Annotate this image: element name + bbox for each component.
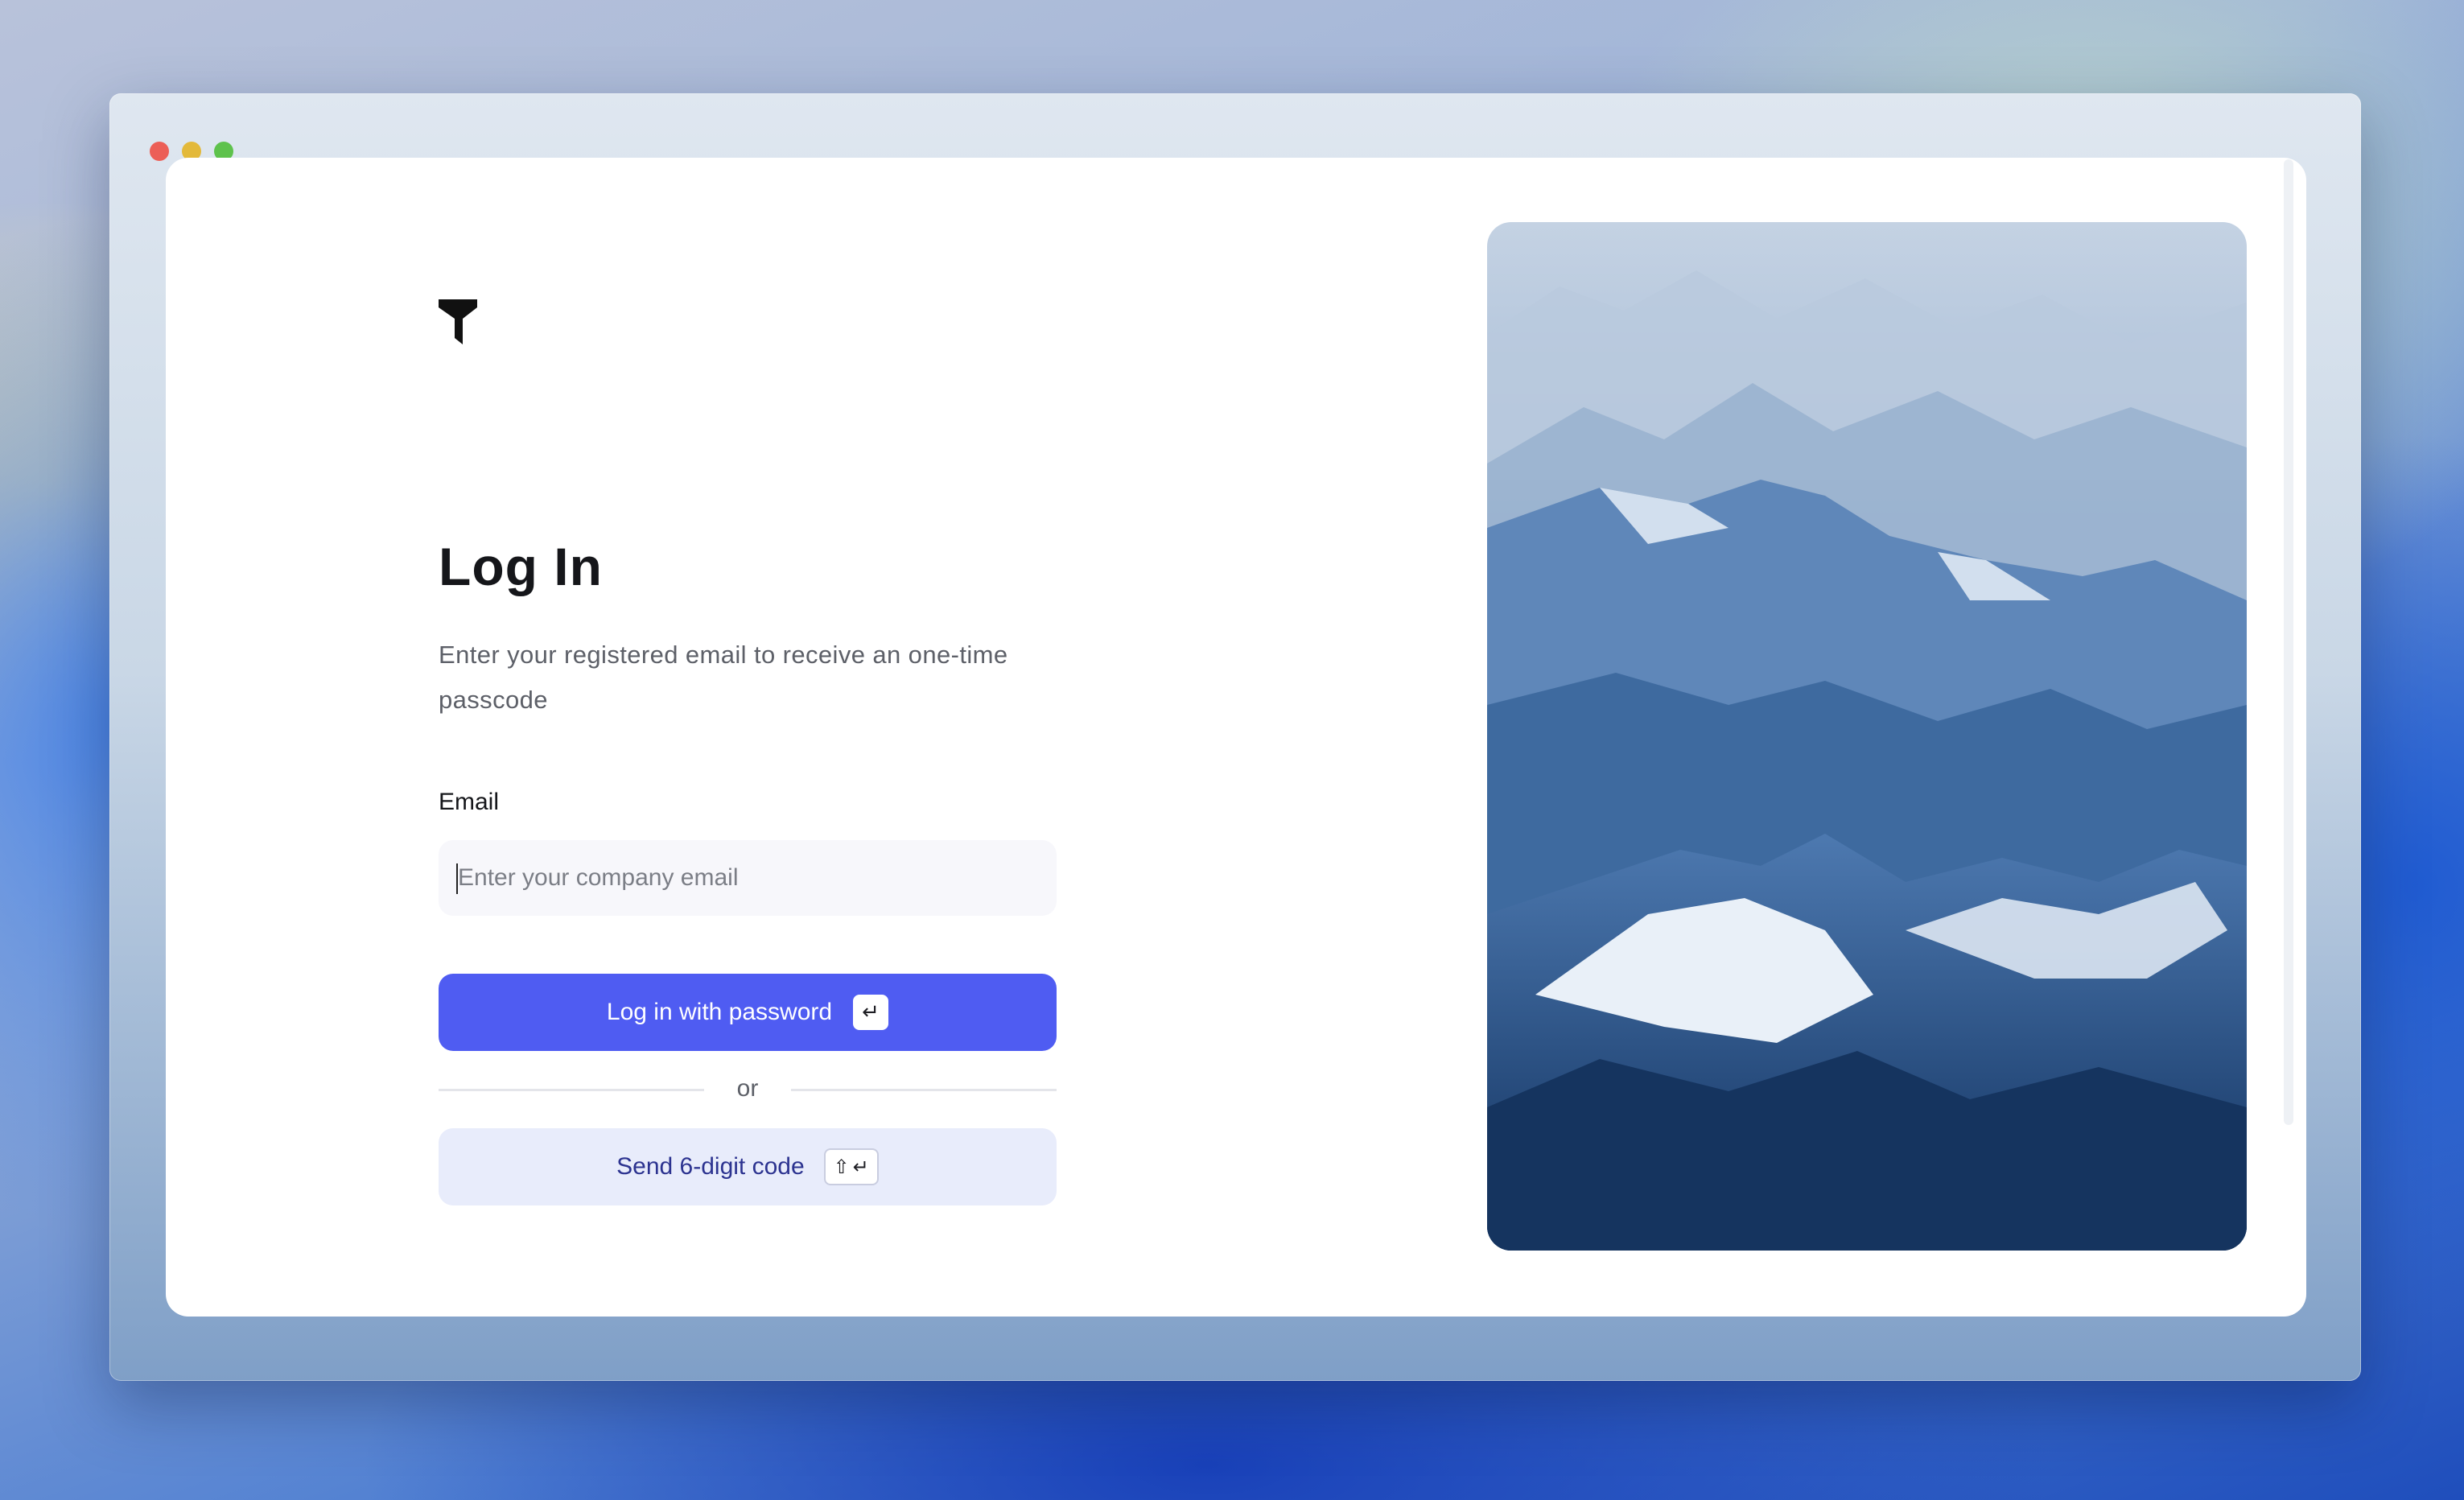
- divider-line-right: [791, 1089, 1057, 1091]
- scrollbar[interactable]: [2284, 159, 2293, 1125]
- log-in-with-password-label: Log in with password: [606, 999, 833, 1025]
- shift-key-icon: ⇧: [833, 1156, 850, 1178]
- desktop-wallpaper: Log In Enter your registered email to re…: [0, 0, 2464, 1500]
- page-subtitle: Enter your registered email to receive a…: [439, 641, 1008, 714]
- or-divider: or: [439, 1070, 1057, 1109]
- send-6-digit-code-label: Send 6-digit code: [616, 1153, 805, 1180]
- send-6-digit-code-button[interactable]: Send 6-digit code ⇧ ↵: [439, 1128, 1057, 1205]
- email-field[interactable]: [439, 840, 1057, 916]
- page-title: Log In: [439, 537, 603, 596]
- close-window-button[interactable]: [150, 142, 169, 161]
- text-cursor: [456, 863, 458, 894]
- log-in-with-password-button[interactable]: Log in with password ↵: [439, 974, 1057, 1051]
- browser-window: Log In Enter your registered email to re…: [109, 93, 2361, 1381]
- email-label: Email: [439, 789, 500, 815]
- mountain-hero-image: [1487, 222, 2247, 1251]
- return-key-icon: ↵: [853, 995, 889, 1030]
- return-key-icon: ↵: [852, 1156, 869, 1178]
- shortcut-badge: ⇧ ↵: [823, 1148, 879, 1185]
- brand-logo-icon: [439, 299, 477, 344]
- login-page: Log In Enter your registered email to re…: [166, 158, 2306, 1317]
